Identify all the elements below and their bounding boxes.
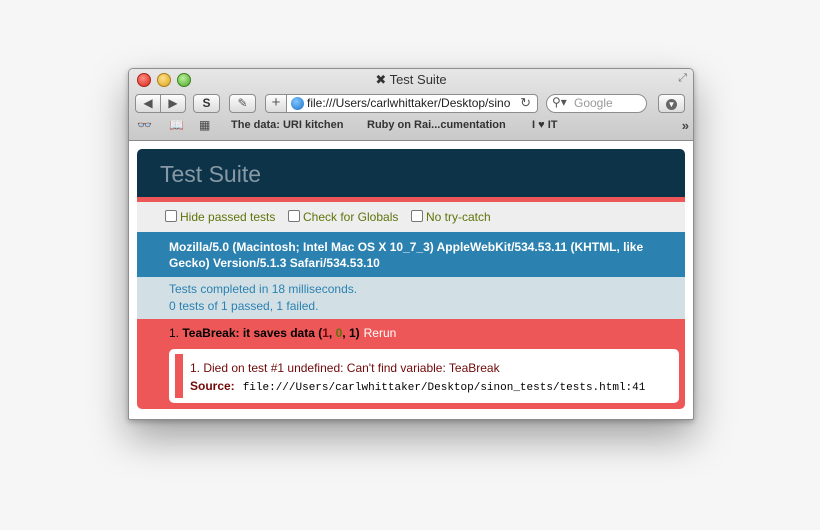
forward-button[interactable]: ▶ xyxy=(160,94,186,113)
top-sites-icon[interactable]: ▦ xyxy=(199,118,210,132)
fail-marker xyxy=(175,354,183,398)
bookmark-item[interactable]: The data: URI kitchen xyxy=(231,119,343,131)
result-duration: Tests completed in 18 milliseconds. xyxy=(169,282,358,296)
check-globals-option[interactable]: Check for Globals xyxy=(288,210,398,224)
add-bookmark-button[interactable]: + xyxy=(265,94,287,113)
search-icon: ⚲▾ xyxy=(552,95,567,109)
page-title[interactable]: Test Suite xyxy=(160,161,261,188)
assertion-detail: 1. Died on test #1 undefined: Can't find… xyxy=(169,349,679,403)
option-label: Hide passed tests xyxy=(180,210,276,224)
search-placeholder: Google xyxy=(574,96,613,110)
browser-chrome: ✖ Test Suite ⤢ ◀ ▶ S ✎ + file:///Users/c… xyxy=(129,69,693,141)
test-result-summary: Tests completed in 18 milliseconds. 0 te… xyxy=(137,277,685,319)
address-bar[interactable]: file:///Users/carlwhittaker/Desktop/sino… xyxy=(286,94,538,113)
back-arrow-icon: ◀ xyxy=(143,96,153,110)
total-count: 1 xyxy=(348,326,356,340)
qunit-toolbar: Hide passed tests Check for Globals No t… xyxy=(137,202,685,232)
url-text: file:///Users/carlwhittaker/Desktop/sino… xyxy=(307,96,511,110)
user-agent-bar: Mozilla/5.0 (Macintosh; Intel Mac OS X 1… xyxy=(137,232,685,277)
bookmark-item[interactable]: I ♥ IT xyxy=(532,119,557,131)
hide-passed-option[interactable]: Hide passed tests xyxy=(165,210,275,224)
download-icon: ▼ xyxy=(666,99,677,110)
test-counts-sep: , xyxy=(342,326,349,340)
reload-icon[interactable]: ↻ xyxy=(520,95,531,111)
option-label: Check for Globals xyxy=(303,210,399,224)
source-line: Source: file:///Users/carlwhittaker/Deskt… xyxy=(190,379,645,394)
option-label: No try-catch xyxy=(426,210,491,224)
no-try-catch-checkbox[interactable] xyxy=(411,210,423,222)
fullscreen-icon[interactable]: ⤢ xyxy=(678,72,687,85)
test-counts-close: ) xyxy=(355,326,360,340)
globe-icon xyxy=(291,97,304,110)
failed-test-item: 1. TeaBreak: it saves data (1, 0, 1) Reru… xyxy=(137,319,685,409)
test-name: TeaBreak: it saves data xyxy=(182,326,315,340)
rerun-link[interactable]: Rerun xyxy=(364,326,397,340)
s-extension-button[interactable]: S xyxy=(193,94,220,113)
failed-count: 1 xyxy=(322,326,329,340)
check-globals-checkbox[interactable] xyxy=(288,210,300,222)
source-label: Source: xyxy=(190,379,235,393)
search-field[interactable]: ⚲▾ Google xyxy=(546,94,647,113)
back-button[interactable]: ◀ xyxy=(135,94,161,113)
hide-passed-checkbox[interactable] xyxy=(165,210,177,222)
bookmarks-overflow-icon[interactable]: » xyxy=(682,118,689,133)
no-try-catch-option[interactable]: No try-catch xyxy=(411,210,491,224)
forward-arrow-icon: ▶ xyxy=(168,96,178,110)
reading-list-icon[interactable]: 👓 xyxy=(137,118,152,132)
qunit-header: Test Suite xyxy=(137,149,685,202)
browser-window: ✖ Test Suite ⤢ ◀ ▶ S ✎ + file:///Users/c… xyxy=(128,68,694,420)
test-title[interactable]: 1. TeaBreak: it saves data (1, 0, 1) Reru… xyxy=(169,326,396,340)
bookmarks-icon[interactable]: 📖 xyxy=(169,118,184,132)
test-number: 1. xyxy=(169,326,180,340)
source-path: file:///Users/carlwhittaker/Desktop/sino… xyxy=(242,382,646,394)
window-title: ✖ Test Suite xyxy=(375,72,447,87)
downloads-button[interactable]: ▼ xyxy=(658,94,685,113)
extension-button[interactable]: ✎ xyxy=(229,94,256,113)
assertion-message: 1. Died on test #1 undefined: Can't find… xyxy=(190,361,500,375)
test-counts-sep: , xyxy=(328,326,336,340)
wrench-icon: ✎ xyxy=(237,96,248,110)
result-counts: 0 tests of 1 passed, 1 failed. xyxy=(169,299,319,313)
user-agent-text: Mozilla/5.0 (Macintosh; Intel Mac OS X 1… xyxy=(169,240,644,270)
bookmark-item[interactable]: Ruby on Rai...cumentation xyxy=(367,119,506,131)
